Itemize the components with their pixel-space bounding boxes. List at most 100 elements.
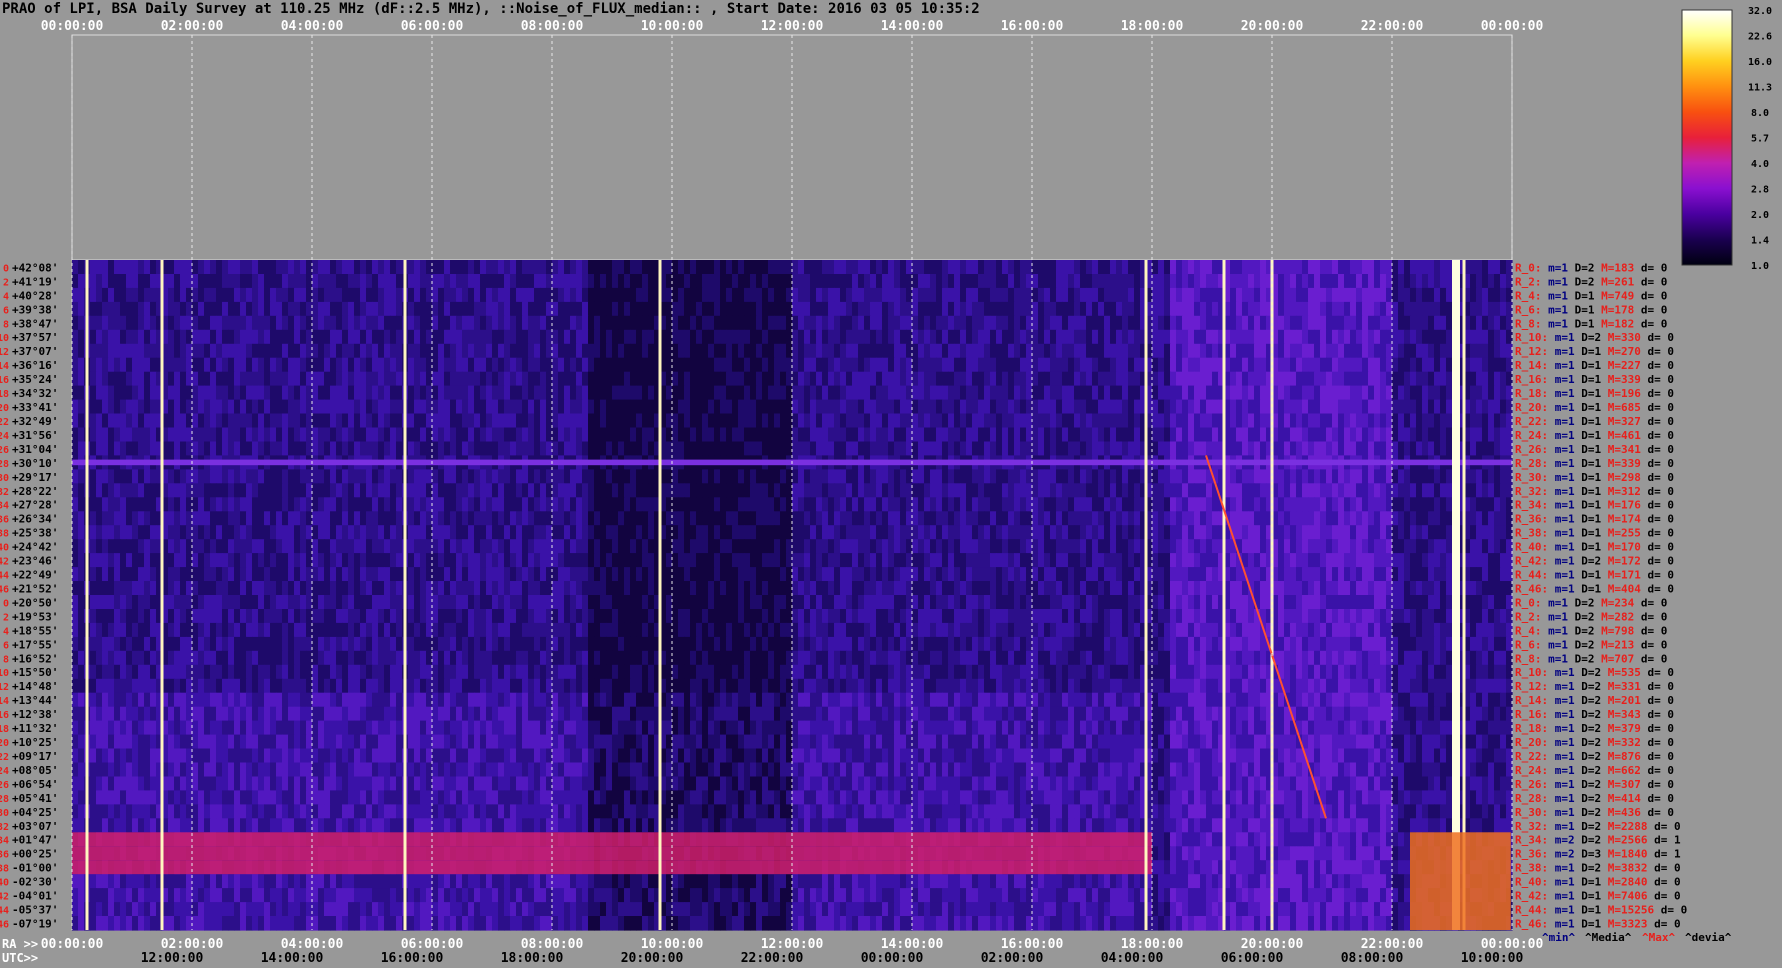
heatmap-cell [180,260,187,275]
heatmap-cell [258,441,265,457]
heatmap-cell [528,385,535,401]
heatmap-cell [1068,371,1075,387]
heatmap-cell [1416,315,1423,331]
heatmap-cell [264,371,271,387]
heatmap-cell [1050,260,1057,275]
heatmap-cell [276,329,283,345]
heatmap-cell [1098,274,1105,289]
heatmap-cell [1188,427,1195,443]
heatmap-cell [618,511,625,526]
heatmap-cell [906,301,913,317]
heatmap-cell [546,385,553,401]
heatmap-cell [138,413,145,429]
heatmap-cell [114,427,121,443]
heatmap-cell [768,357,775,373]
heatmap-cell [702,497,709,512]
heatmap-cell [960,413,967,429]
heatmap-cell [414,483,421,498]
heatmap-cell [312,260,319,275]
heatmap-cell [570,469,577,484]
heatmap-cell [918,469,925,484]
heatmap-cell [756,343,763,359]
heatmap-cell [168,525,175,540]
heatmap-cell [762,301,769,317]
heatmap-cell [846,329,853,345]
heatmap-cell [936,371,943,387]
heatmap-cell [444,539,451,554]
heatmap-cell [1494,260,1501,275]
heatmap-cell [360,441,367,457]
heatmap-cell [522,315,529,331]
heatmap-cell [1170,539,1177,554]
heatmap-cell [1194,525,1201,540]
heatmap-cell [774,287,781,303]
heatmap-cell [1236,260,1243,275]
heatmap-cell [1116,511,1123,526]
heatmap-cell [852,539,859,554]
heatmap-cell [690,260,697,275]
heatmap-cell [1230,301,1237,317]
heatmap-cell [276,287,283,303]
heatmap-cell [690,497,697,512]
heatmap-cell [696,301,703,317]
heatmap-cell [576,274,583,289]
heatmap-cell [486,315,493,331]
heatmap-cell [1194,385,1201,401]
heatmap-cell [750,413,757,429]
heatmap-cell [618,301,625,317]
heatmap-cell [720,315,727,331]
heatmap-cell [324,260,331,275]
heatmap-cell [960,399,967,415]
heatmap-cell [1188,539,1195,554]
heatmap-cell [1014,385,1021,401]
heatmap-cell [1068,497,1075,512]
heatmap-cell [438,385,445,401]
heatmap-cell [1020,343,1027,359]
heatmap-cell [690,301,697,317]
heatmap-cell [414,343,421,359]
heatmap-cell [1014,301,1021,317]
heatmap-cell [1260,427,1267,443]
heatmap-cell [1422,357,1429,373]
heatmap-cell [738,469,745,484]
heatmap-cell [1470,301,1477,317]
heatmap-cell [318,287,325,303]
heatmap-cell [1230,497,1237,512]
heatmap-cell [1296,371,1303,387]
heatmap-cell [1242,274,1249,289]
heatmap-cell [486,427,493,443]
heatmap-cell [678,315,685,331]
heatmap-cell [858,427,865,443]
heatmap-cell [1068,329,1075,345]
heatmap-cell [1278,497,1285,512]
heatmap-cell [840,274,847,289]
heatmap-cell [144,483,151,498]
heatmap-cell [516,539,523,554]
heatmap-cell [294,441,301,457]
heatmap-cell [684,441,691,457]
heatmap-cell [516,511,523,526]
heatmap-cell [876,469,883,484]
heatmap-cell [252,260,259,275]
heatmap-cell [1260,441,1267,457]
heatmap-cell [336,469,343,484]
heatmap-cell [870,483,877,498]
heatmap-cell [1314,441,1321,457]
heatmap-cell [942,525,949,540]
heatmap-cell [408,511,415,526]
heatmap-cell [1134,343,1141,359]
heatmap-cell [738,399,745,415]
heatmap-cell [522,329,529,345]
heatmap-cell [840,413,847,429]
heatmap-cell [396,427,403,443]
heatmap-cell [210,274,217,289]
heatmap-cell [798,315,805,331]
heatmap-cell [1506,343,1513,359]
heatmap-cell [300,301,307,317]
heatmap-cell [348,469,355,484]
heatmap-cell [120,315,127,331]
heatmap-cell [1428,343,1435,359]
heatmap-cell [504,287,511,303]
heatmap-cell [648,483,655,498]
heatmap-cell [348,329,355,345]
